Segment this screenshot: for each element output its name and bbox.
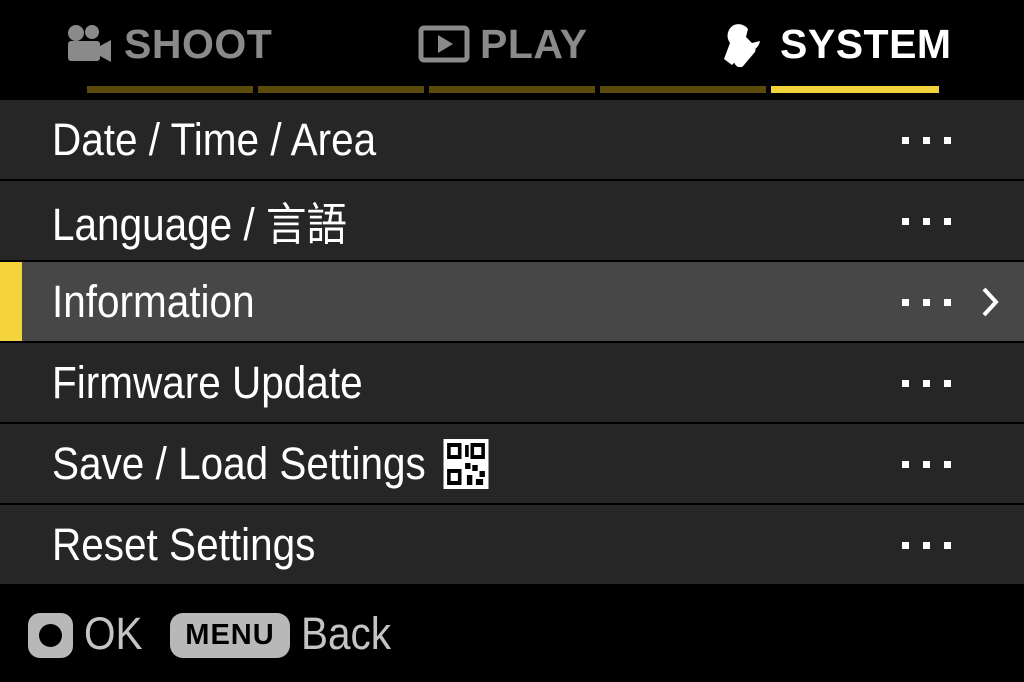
selection-bar	[0, 262, 22, 341]
ok-button-icon[interactable]	[28, 613, 73, 658]
play-icon	[418, 24, 470, 64]
menu-item-reset-settings[interactable]: Reset Settings	[0, 505, 1024, 584]
menu-item-firmware-update[interactable]: Firmware Update	[0, 343, 1024, 422]
menu-button[interactable]: MENU	[170, 613, 290, 658]
page-segment	[258, 86, 424, 93]
page-indicator	[87, 86, 939, 93]
menu-item-language[interactable]: Language / 言語	[0, 181, 1024, 260]
tab-system[interactable]: SYSTEM	[720, 14, 952, 74]
back-label: Back	[301, 608, 392, 659]
page-segment	[600, 86, 766, 93]
more-dots-icon	[902, 218, 951, 225]
menu-item-label: Date / Time / Area	[52, 113, 377, 165]
tab-play[interactable]: PLAY	[418, 14, 588, 74]
page-segment	[429, 86, 595, 93]
wrench-icon	[720, 21, 770, 67]
page-segment	[87, 86, 253, 93]
camera-system-menu-screen: SHOOT PLAY SYSTEM Date / Time / Area Lan…	[0, 0, 1024, 682]
menu-item-label: Language / 言語	[52, 199, 347, 250]
menu-item-date-time-area[interactable]: Date / Time / Area	[0, 100, 1024, 179]
tab-play-label: PLAY	[480, 20, 588, 67]
more-dots-icon	[902, 137, 951, 144]
menu-item-label: Save / Load Settings	[52, 437, 426, 489]
tab-shoot[interactable]: SHOOT	[64, 14, 272, 74]
button-guide-bar: OK MENU Back	[0, 584, 1024, 682]
movie-camera-icon	[64, 24, 114, 64]
ok-label: OK	[84, 608, 143, 659]
menu-item-label-wrap: Save / Load Settings	[52, 438, 489, 490]
menu-tabs: SHOOT PLAY SYSTEM	[0, 0, 1024, 86]
system-menu-list: Date / Time / Area Language / 言語 Informa…	[0, 100, 1024, 586]
tab-system-label: SYSTEM	[780, 20, 952, 67]
menu-item-label: Reset Settings	[52, 518, 316, 570]
qr-code-icon	[443, 438, 489, 489]
tab-shoot-label: SHOOT	[124, 20, 273, 67]
page-segment-current	[771, 86, 939, 93]
more-dots-icon	[902, 299, 951, 306]
menu-item-information[interactable]: Information	[0, 262, 1024, 341]
chevron-right-icon	[980, 286, 1000, 323]
menu-item-label: Firmware Update	[52, 356, 363, 408]
more-dots-icon	[902, 461, 951, 468]
more-dots-icon	[902, 542, 951, 549]
more-dots-icon	[902, 380, 951, 387]
menu-item-label: Information	[52, 275, 255, 327]
menu-item-save-load-settings[interactable]: Save / Load Settings	[0, 424, 1024, 503]
